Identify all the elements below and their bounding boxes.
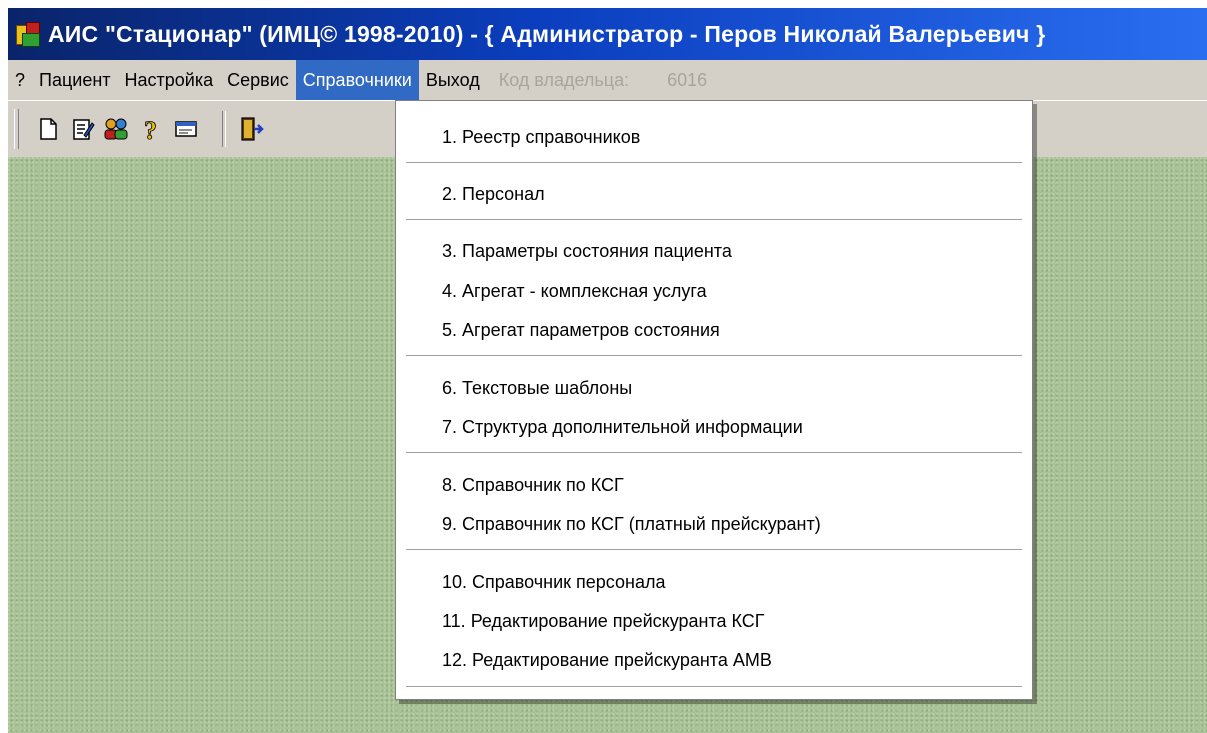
menu-item-patient-state-params[interactable]: 3. Параметры состояния пациента bbox=[442, 237, 732, 265]
exit-door-icon[interactable] bbox=[234, 113, 266, 145]
menu-item-staff-directory[interactable]: 10. Справочник персонала bbox=[442, 568, 665, 596]
menu-item-aggregate-complex-service[interactable]: 4. Агрегат - комплексная услуга bbox=[442, 277, 707, 305]
menu-exit[interactable]: Выход bbox=[419, 60, 487, 100]
app-logo-icon bbox=[14, 19, 44, 49]
menu-separator bbox=[406, 219, 1022, 221]
toolbar-grip[interactable] bbox=[14, 109, 19, 149]
menu-separator bbox=[406, 452, 1022, 454]
window-title: АИС "Стационар" (ИМЦ© 1998-2010) - { Адм… bbox=[48, 20, 1046, 47]
menu-separator bbox=[406, 355, 1022, 357]
svg-text:?: ? bbox=[144, 116, 157, 145]
new-document-icon[interactable] bbox=[32, 113, 64, 145]
menu-separator bbox=[406, 549, 1022, 551]
menu-separator bbox=[406, 686, 1022, 688]
menu-item-aggregate-state-params[interactable]: 5. Агрегат параметров состояния bbox=[442, 316, 720, 344]
menu-settings[interactable]: Настройка bbox=[118, 60, 221, 100]
menu-service[interactable]: Сервис bbox=[220, 60, 296, 100]
menu-item-text-templates[interactable]: 6. Текстовые шаблоны bbox=[442, 374, 632, 402]
users-icon[interactable] bbox=[100, 113, 132, 145]
menu-item-ksg-paid-pricelist[interactable]: 9. Справочник по КСГ (платный прейскуран… bbox=[442, 510, 821, 538]
menu-item-additional-info-structure[interactable]: 7. Структура дополнительной информации bbox=[442, 413, 803, 441]
menu-directories[interactable]: Справочники bbox=[295, 60, 419, 100]
menu-item-directories-registry[interactable]: 1. Реестр справочников bbox=[442, 123, 640, 151]
app-window: АИС "Стационар" (ИМЦ© 1998-2010) - { Адм… bbox=[8, 8, 1207, 733]
menu-item-edit-ksg-pricelist[interactable]: 11. Редактирование прейскуранта КСГ bbox=[442, 607, 765, 635]
menu-item-ksg-directory[interactable]: 8. Справочник по КСГ bbox=[442, 471, 624, 499]
directories-menu: 1. Реестр справочников 2. Персонал 3. Па… bbox=[395, 100, 1033, 700]
card-icon[interactable] bbox=[170, 113, 202, 145]
title-bar[interactable]: АИС "Стационар" (ИМЦ© 1998-2010) - { Адм… bbox=[8, 8, 1207, 60]
menu-separator bbox=[406, 162, 1022, 164]
help-icon[interactable]: ? bbox=[134, 113, 166, 146]
menu-bar: ? Пациент Настройка Сервис Справочники В… bbox=[8, 60, 1207, 100]
menu-item-edit-amv-pricelist[interactable]: 12. Редактирование прейскуранта АМВ bbox=[442, 646, 772, 674]
menu-help[interactable]: ? bbox=[8, 60, 32, 100]
menu-patient[interactable]: Пациент bbox=[32, 60, 118, 100]
owner-code-label: Код владельца: bbox=[498, 69, 630, 90]
owner-code-value: 6016 bbox=[667, 69, 708, 90]
edit-document-icon[interactable] bbox=[66, 113, 98, 145]
menu-item-staff[interactable]: 2. Персонал bbox=[442, 180, 545, 208]
toolbar-separator bbox=[222, 111, 226, 147]
